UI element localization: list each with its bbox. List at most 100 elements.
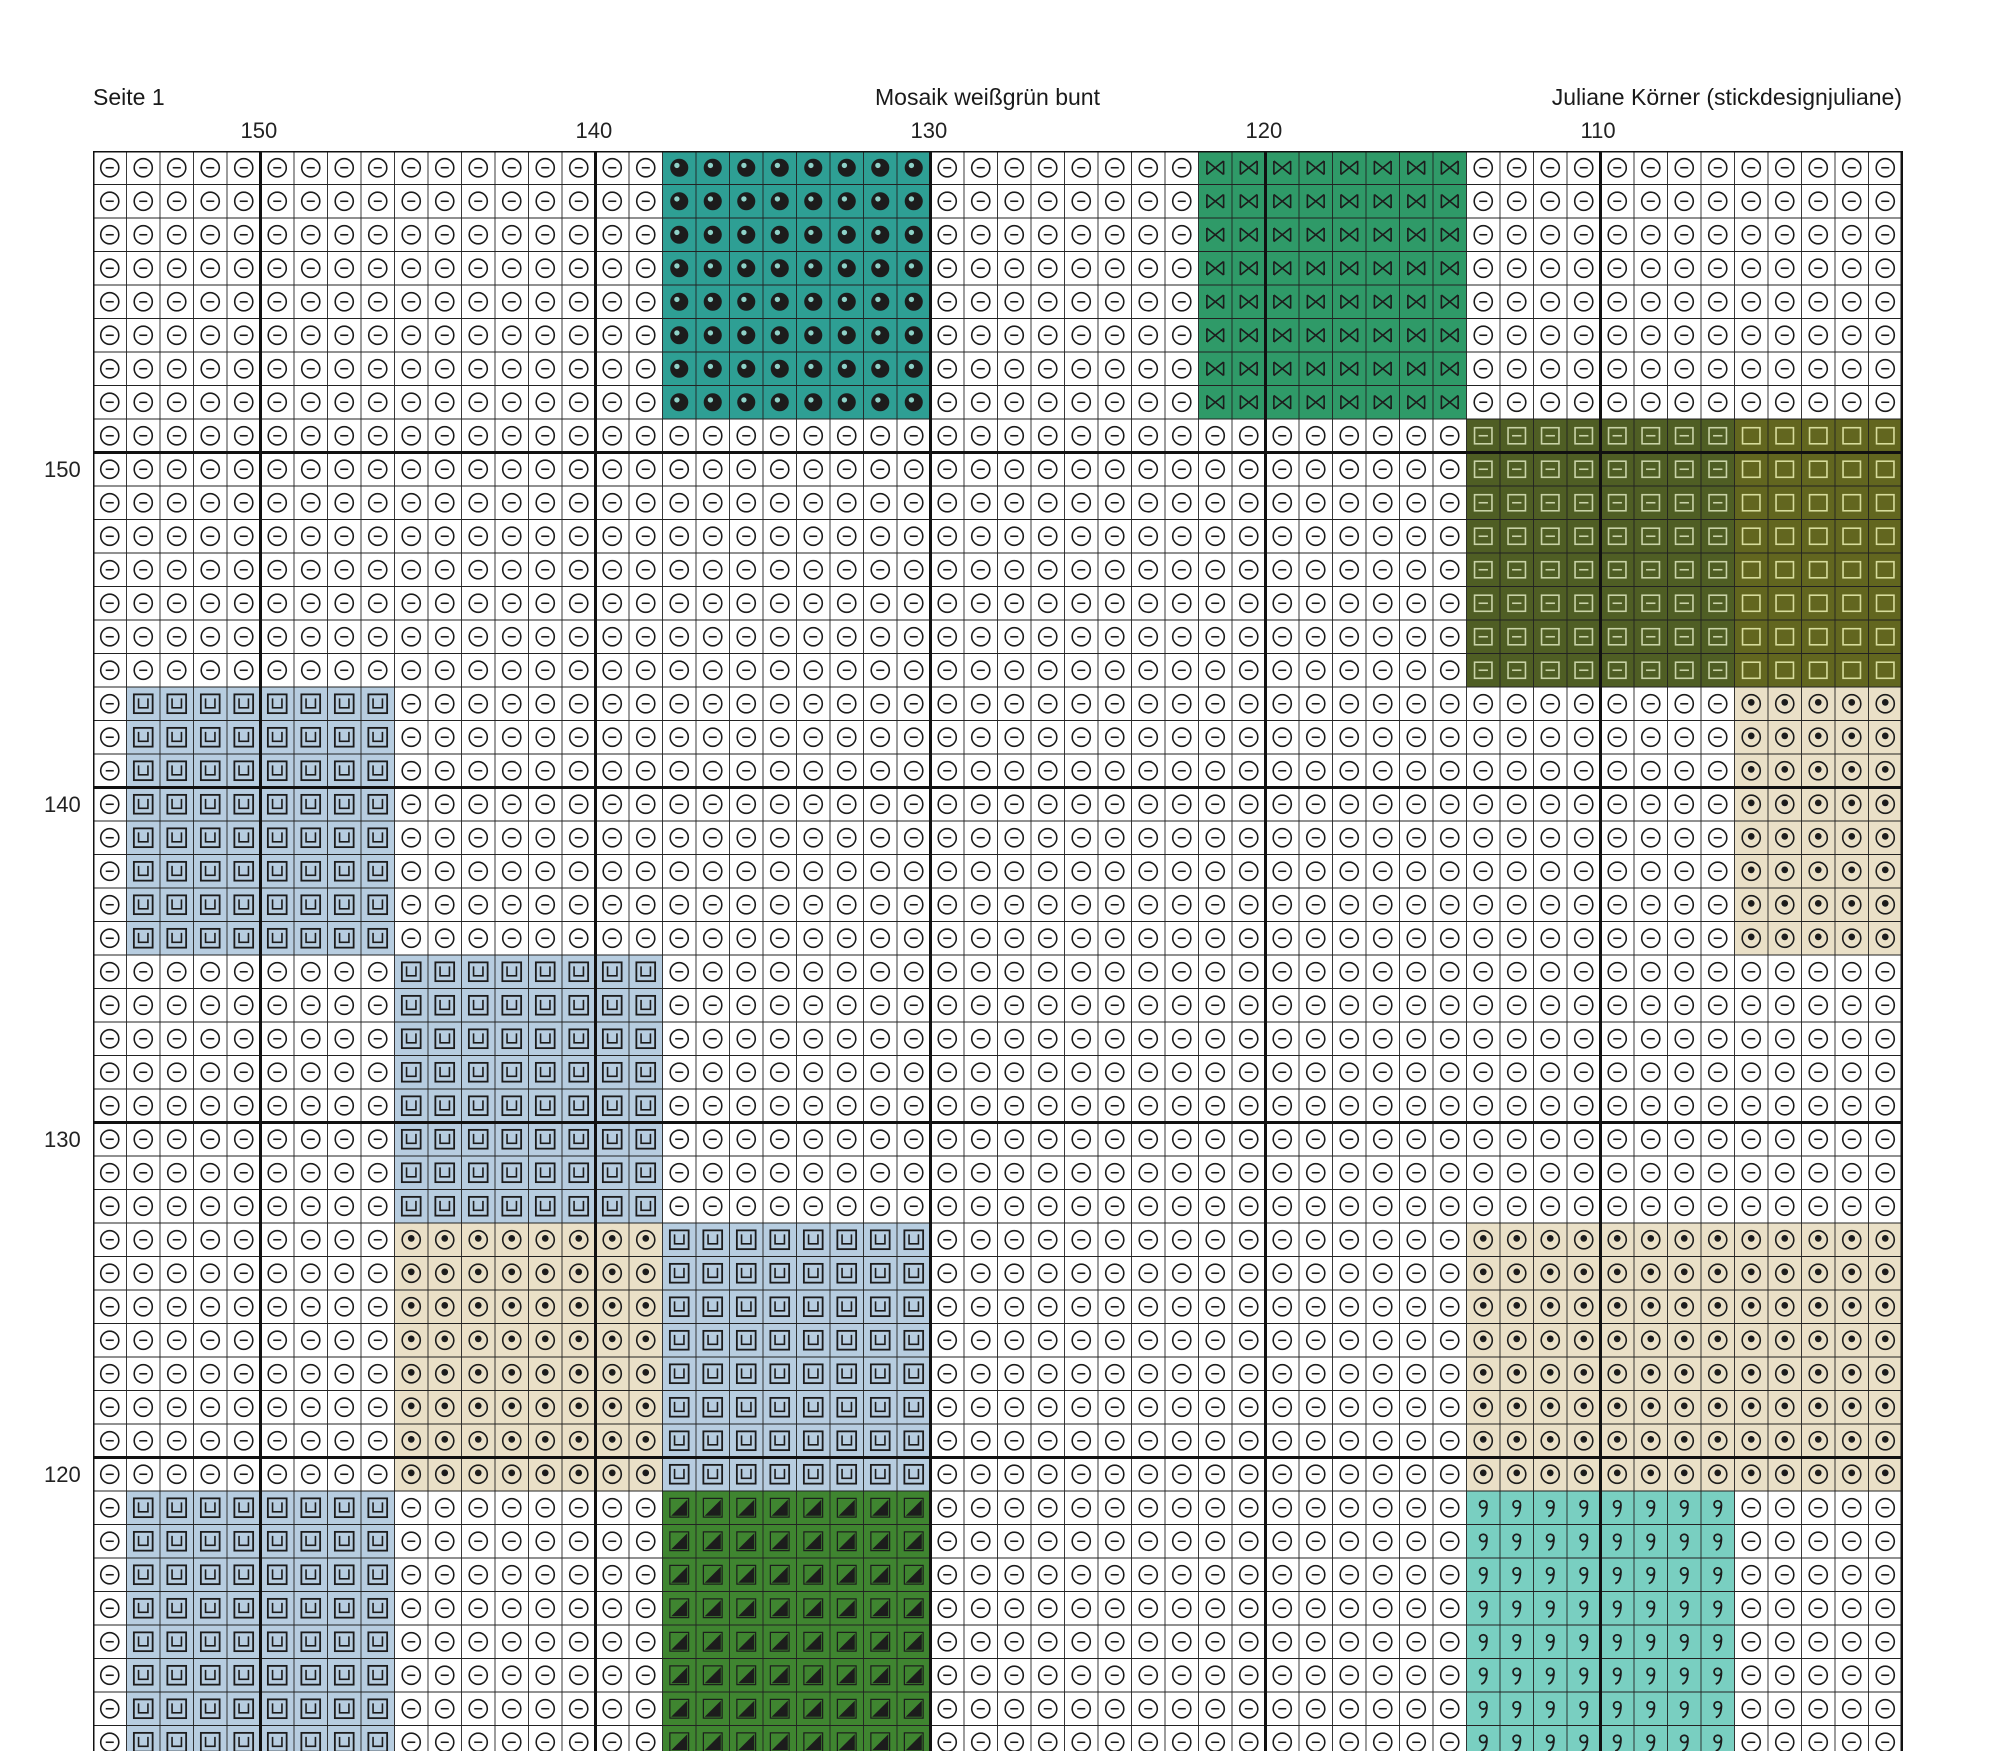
stitch-cell — [294, 1256, 328, 1290]
stitch-cell — [1332, 251, 1366, 285]
stitch-cell — [1399, 1189, 1433, 1223]
stitch-cell — [1031, 687, 1065, 721]
stitch-cell — [1500, 653, 1534, 687]
stitch-cell — [1634, 854, 1668, 888]
stitch-cell — [1466, 1625, 1500, 1659]
stitch-cell — [1098, 1022, 1132, 1056]
stitch-cell — [1366, 419, 1400, 453]
stitch-cell — [227, 1692, 261, 1726]
stitch-cell — [1399, 1524, 1433, 1558]
stitch-cell — [629, 620, 663, 654]
stitch-cell — [629, 151, 663, 185]
stitch-cell — [562, 452, 596, 486]
stitch-cell — [294, 720, 328, 754]
stitch-cell — [1801, 955, 1835, 989]
stitch-cell — [193, 988, 227, 1022]
stitch-cell — [1667, 720, 1701, 754]
stitch-cell — [1265, 821, 1299, 855]
stitch-cell — [964, 1390, 998, 1424]
stitch-cell — [696, 1658, 730, 1692]
stitch-cell — [1165, 1089, 1199, 1123]
stitch-cell — [260, 486, 294, 520]
stitch-cell — [1466, 1524, 1500, 1558]
stitch-cell — [260, 854, 294, 888]
stitch-cell — [1198, 1491, 1232, 1525]
stitch-cell — [1835, 486, 1869, 520]
stitch-cell — [394, 1725, 428, 1751]
stitch-cell — [1466, 1223, 1500, 1257]
stitch-cell — [1433, 988, 1467, 1022]
stitch-cell — [1567, 1223, 1601, 1257]
stitch-cell — [930, 988, 964, 1022]
stitch-cell — [1064, 854, 1098, 888]
stitch-cell — [126, 151, 160, 185]
stitch-cell — [1734, 1055, 1768, 1089]
stitch-cell — [93, 1725, 127, 1751]
stitch-cell — [1634, 653, 1668, 687]
stitch-cell — [294, 1189, 328, 1223]
stitch-cell — [1433, 921, 1467, 955]
stitch-cell — [461, 318, 495, 352]
stitch-cell — [1131, 1089, 1165, 1123]
stitch-cell — [930, 1290, 964, 1324]
stitch-cell — [1466, 285, 1500, 319]
stitch-cell — [1634, 1323, 1668, 1357]
stitch-cell — [1768, 620, 1802, 654]
stitch-cell — [662, 653, 696, 687]
stitch-cell — [227, 318, 261, 352]
stitch-cell — [997, 854, 1031, 888]
stitch-cell — [1500, 519, 1534, 553]
stitch-cell — [93, 1089, 127, 1123]
stitch-cell — [1064, 452, 1098, 486]
stitch-cell — [1567, 854, 1601, 888]
stitch-cell — [830, 1256, 864, 1290]
stitch-cell — [1734, 1323, 1768, 1357]
stitch-cell — [1098, 1323, 1132, 1357]
stitch-cell — [1801, 486, 1835, 520]
stitch-cell — [1098, 1558, 1132, 1592]
stitch-cell — [1031, 285, 1065, 319]
stitch-cell — [1667, 1625, 1701, 1659]
stitch-cell — [1232, 1457, 1266, 1491]
stitch-cell — [1299, 385, 1333, 419]
stitch-cell — [1835, 1725, 1869, 1751]
stitch-cell — [897, 251, 931, 285]
stitch-cell — [1098, 754, 1132, 788]
stitch-cell — [1835, 1357, 1869, 1391]
stitch-cell — [1332, 285, 1366, 319]
stitch-cell — [1835, 620, 1869, 654]
stitch-cell — [997, 1290, 1031, 1324]
stitch-cell — [930, 955, 964, 989]
stitch-cell — [662, 285, 696, 319]
stitch-cell — [1031, 888, 1065, 922]
stitch-cell — [1198, 251, 1232, 285]
stitch-cell — [1031, 1223, 1065, 1257]
stitch-cell — [394, 1290, 428, 1324]
stitch-cell — [1165, 1156, 1199, 1190]
stitch-cell — [562, 1524, 596, 1558]
stitch-cell — [930, 1524, 964, 1558]
stitch-cell — [1366, 1725, 1400, 1751]
stitch-cell — [863, 586, 897, 620]
stitch-cell — [729, 1692, 763, 1726]
stitch-cell — [930, 653, 964, 687]
page-label: Seite 1 — [93, 84, 165, 110]
stitch-cell — [394, 553, 428, 587]
stitch-cell — [729, 553, 763, 587]
stitch-cell — [528, 519, 562, 553]
stitch-cell — [1265, 1055, 1299, 1089]
stitch-cell — [160, 1290, 194, 1324]
stitch-cell — [428, 251, 462, 285]
stitch-cell — [1299, 1658, 1333, 1692]
stitch-cell — [495, 620, 529, 654]
stitch-cell — [930, 1256, 964, 1290]
stitch-cell — [1768, 318, 1802, 352]
stitch-cell — [930, 821, 964, 855]
stitch-cell — [1098, 151, 1132, 185]
stitch-cell — [1466, 1457, 1500, 1491]
stitch-cell — [1734, 620, 1768, 654]
stitch-cell — [260, 1558, 294, 1592]
stitch-cell — [160, 821, 194, 855]
stitch-cell — [1868, 1524, 1902, 1558]
stitch-cell — [461, 754, 495, 788]
